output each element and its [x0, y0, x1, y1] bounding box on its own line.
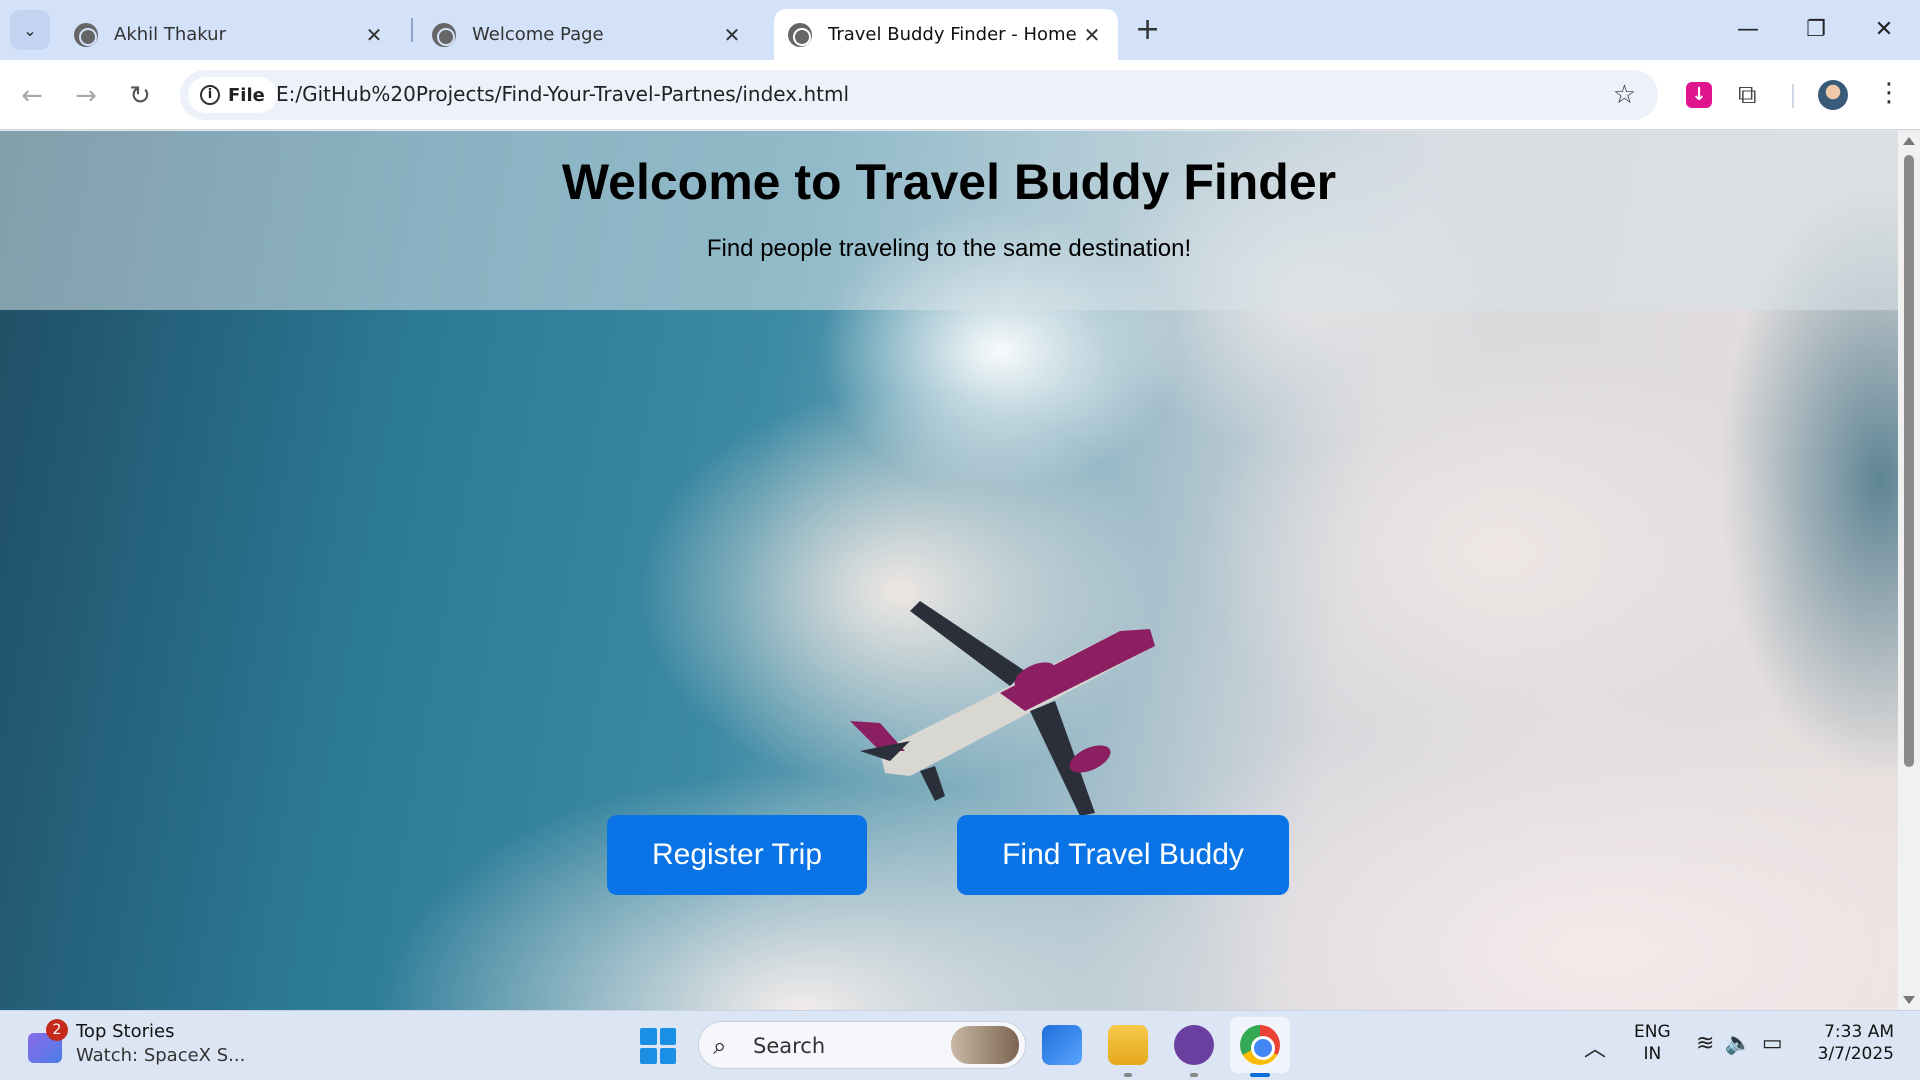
show-hidden-icons-chevron-icon[interactable]: ︿ [1584, 1031, 1606, 1063]
airplane-image [850, 601, 1155, 816]
clock-date: 3/7/2025 [1817, 1044, 1894, 1064]
tab-search-dropdown-icon[interactable]: ⌄ [10, 10, 50, 50]
restore-icon[interactable]: ❐ [1796, 12, 1836, 48]
page-scrollbar[interactable] [1898, 131, 1920, 1010]
running-indicator [1124, 1073, 1132, 1077]
windows-taskbar: 2 Top Stories Watch: SpaceX S... ⌕ Searc… [0, 1010, 1920, 1080]
globe-icon [74, 22, 98, 47]
tab-title: Welcome Page [472, 24, 604, 45]
tab-bar: ⌄ Akhil Thakur ✕ Welcome Page ✕ Travel B… [0, 0, 1920, 60]
clock-time: 7:33 AM [1824, 1022, 1894, 1042]
wifi-icon[interactable]: ≋ [1696, 1031, 1724, 1056]
chrome-icon[interactable] [1240, 1025, 1280, 1065]
scroll-up-arrow-icon[interactable] [1903, 137, 1915, 145]
globe-icon [432, 22, 456, 47]
file-chip-label: File [228, 84, 265, 106]
active-indicator [1250, 1073, 1270, 1077]
news-widget-headline[interactable]: Watch: SpaceX S... [76, 1045, 245, 1066]
search-placeholder: Search [753, 1034, 826, 1058]
scroll-thumb[interactable] [1904, 155, 1914, 767]
news-widget-title[interactable]: Top Stories [76, 1021, 174, 1042]
close-icon[interactable]: ✕ [362, 23, 386, 47]
forward-arrow-icon[interactable]: → [68, 78, 104, 114]
tab-travel-buddy-finder[interactable]: Travel Buddy Finder - Home ✕ [774, 9, 1118, 60]
browser-toolbar: ← → ↻ i File E:/GitHub%20Projects/Find-Y… [0, 60, 1920, 130]
tab-title: Akhil Thakur [114, 24, 226, 45]
file-explorer-icon[interactable] [1108, 1025, 1148, 1065]
tab-welcome-page[interactable]: Welcome Page ✕ [418, 9, 758, 60]
site-info-chip[interactable]: i File [188, 77, 277, 113]
back-arrow-icon[interactable]: ← [14, 78, 50, 114]
volume-icon[interactable]: 🔈 [1724, 1031, 1761, 1056]
clock[interactable]: 7:33 AM 3/7/2025 [1814, 1021, 1894, 1065]
search-highlight-image [951, 1026, 1019, 1064]
page-title: Welcome to Travel Buddy Finder [561, 154, 1337, 210]
register-trip-button[interactable]: Register Trip [607, 815, 867, 895]
search-icon: ⌕ [713, 1032, 727, 1060]
globe-icon [788, 22, 812, 47]
region-code: IN [1643, 1044, 1662, 1064]
close-icon[interactable]: ✕ [1080, 23, 1104, 47]
url-text[interactable]: E:/GitHub%20Projects/Find-Your-Travel-Pa… [276, 82, 849, 106]
language-code: ENG [1634, 1022, 1671, 1042]
running-indicator [1190, 1073, 1198, 1077]
profile-avatar[interactable] [1818, 80, 1848, 110]
window-close-icon[interactable]: ✕ [1864, 12, 1904, 48]
find-travel-buddy-button[interactable]: Find Travel Buddy [957, 815, 1289, 895]
tab-title: Travel Buddy Finder - Home [828, 24, 1077, 45]
page-viewport: Welcome to Travel Buddy Finder Find peop… [0, 131, 1898, 1010]
info-icon: i [200, 85, 220, 105]
github-desktop-icon[interactable] [1174, 1025, 1214, 1065]
close-icon[interactable]: ✕ [720, 23, 744, 47]
bookmark-star-icon[interactable]: ☆ [1613, 80, 1636, 110]
extensions-puzzle-icon[interactable]: ⧉ [1738, 80, 1757, 111]
taskbar-search-box[interactable]: ⌕ Search [698, 1021, 1026, 1069]
system-tray-icons[interactable]: ≋🔈▭ [1696, 1031, 1793, 1056]
tab-akhil-thakur[interactable]: Akhil Thakur ✕ [60, 9, 400, 60]
toolbar-divider [1792, 84, 1794, 108]
page-header: Welcome to Travel Buddy Finder Find peop… [0, 131, 1898, 310]
tab-separator [411, 18, 413, 42]
news-badge: 2 [46, 1019, 68, 1041]
more-menu-icon[interactable]: ⋮ [1876, 78, 1902, 108]
windows-start-icon[interactable] [640, 1028, 676, 1064]
minimize-icon[interactable]: — [1728, 12, 1768, 48]
microsoft-store-icon[interactable] [1042, 1025, 1082, 1065]
download-extension-icon[interactable]: ↓ [1686, 82, 1712, 108]
page-subtitle: Find people traveling to the same destin… [706, 235, 1192, 262]
battery-icon[interactable]: ▭ [1762, 1031, 1793, 1056]
scroll-down-arrow-icon[interactable] [1903, 996, 1915, 1004]
address-bar[interactable]: i File E:/GitHub%20Projects/Find-Your-Tr… [180, 70, 1658, 120]
new-tab-plus-icon[interactable]: + [1135, 12, 1160, 48]
reload-icon[interactable]: ↻ [122, 78, 158, 114]
language-indicator[interactable]: ENG IN [1634, 1021, 1671, 1065]
